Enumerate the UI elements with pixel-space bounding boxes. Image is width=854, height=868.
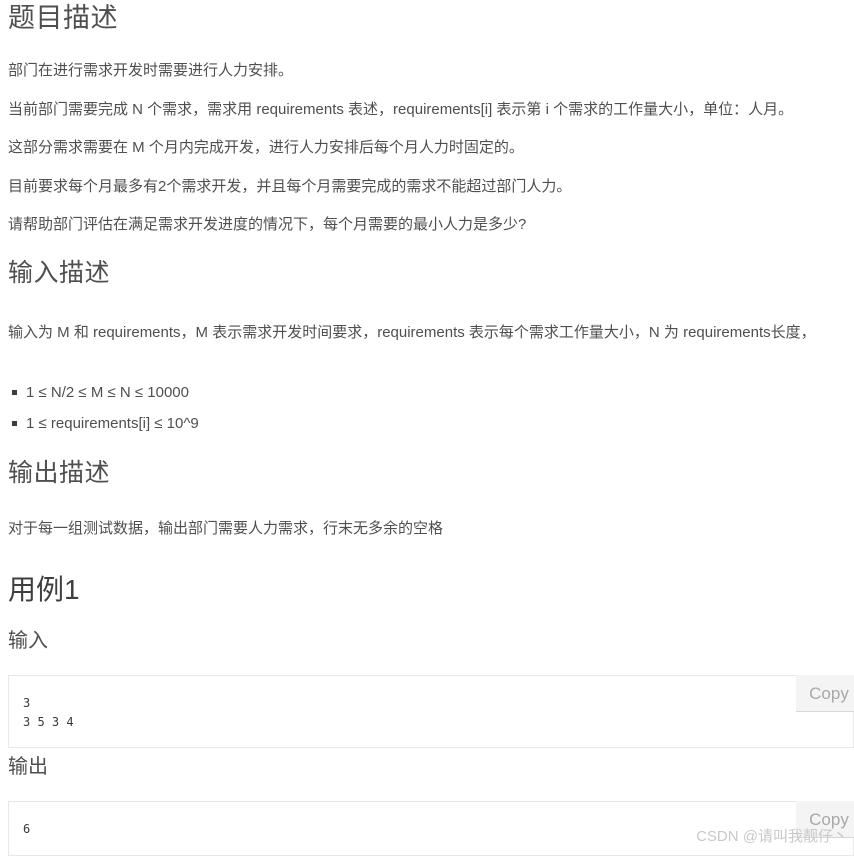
- problem-paragraph-4: 目前要求每个月最多有2个需求开发，并且每个月需要完成的需求不能超过部门人力。: [8, 177, 572, 195]
- input-description-body: 输入为 M 和 requirements，M 表示需求开发时间要求，requir…: [0, 320, 854, 346]
- problem-paragraph-1: 部门在进行需求开发时需要进行人力安排。: [8, 62, 294, 79]
- example-output-label: 输出: [8, 756, 48, 778]
- page-title: 题目描述: [8, 3, 118, 33]
- bullet-square-icon: [12, 390, 17, 395]
- example-output-label-wrap: 输出: [0, 755, 854, 780]
- bullet-square-icon: [12, 421, 17, 427]
- constraint-text: 1 ≤ N/2 ≤ M ≤ N ≤ 10000: [26, 384, 189, 401]
- section-output-description: 输出描述: [0, 458, 854, 489]
- list-item: 1 ≤ requirements[i] ≤ 10^9: [0, 412, 854, 435]
- list-item: 1 ≤ N/2 ≤ M ≤ N ≤ 10000: [0, 381, 854, 404]
- input-description-heading: 输入描述: [8, 259, 111, 287]
- example-output-code: 6: [8, 801, 854, 856]
- output-description-body: 对于每一组测试数据，输出部门需要人力需求，行末无多余的空格: [0, 516, 854, 542]
- example-input-code-region: 3 3 5 3 4 Copy: [0, 663, 854, 760]
- example-input-code: 3 3 5 3 4: [8, 675, 854, 749]
- problem-paragraph-5: 请帮助部门评估在满足需求开发进度的情况下，每个月需要的最小人力是多少?: [8, 216, 527, 233]
- example-heading: 用例1: [8, 574, 80, 605]
- section-problem-description: 题目描述: [0, 2, 854, 36]
- example-input-label-wrap: 输入: [0, 629, 854, 654]
- section-input-description: 输入描述: [0, 258, 854, 289]
- output-description-paragraph: 对于每一组测试数据，输出部门需要人力需求，行末无多余的空格: [8, 520, 444, 537]
- input-constraints-list: 1 ≤ N/2 ≤ M ≤ N ≤ 10000 1 ≤ requirements…: [0, 381, 854, 436]
- example-input-label: 输入: [8, 630, 48, 652]
- problem-statement-page: 题目描述 部门在进行需求开发时需要进行人力安排。 当前部门需要完成 N 个需求，…: [0, 0, 854, 856]
- problem-paragraphs: 部门在进行需求开发时需要进行人力安排。 当前部门需要完成 N 个需求，需求用 r…: [0, 58, 854, 238]
- constraint-text: 1 ≤ requirements[i] ≤ 10^9: [26, 415, 199, 433]
- section-example-1: 用例1: [0, 572, 854, 607]
- copy-input-button[interactable]: Copy: [796, 675, 854, 712]
- output-description-heading: 输出描述: [8, 459, 111, 487]
- example-output-code-region: 6 Copy: [0, 789, 854, 868]
- problem-paragraph-2: 当前部门需要完成 N 个需求，需求用 requirements 表述，requi…: [8, 100, 794, 118]
- copy-output-button[interactable]: Copy: [796, 801, 854, 838]
- input-description-paragraph: 输入为 M 和 requirements，M 表示需求开发时间要求，requir…: [8, 324, 816, 341]
- problem-paragraph-3: 这部分需求需要在 M 个月内完成开发，进行人力安排后每个月人力时固定的。: [8, 139, 524, 156]
